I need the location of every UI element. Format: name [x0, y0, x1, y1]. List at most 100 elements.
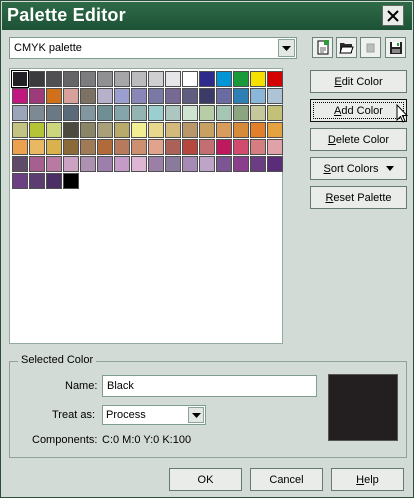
color-swatch[interactable] — [97, 88, 113, 104]
close-button[interactable] — [382, 5, 404, 26]
color-swatch[interactable] — [12, 156, 28, 172]
color-swatch[interactable] — [29, 88, 45, 104]
color-swatch[interactable] — [114, 71, 130, 87]
title-bar[interactable]: Palette Editor — [2, 2, 412, 30]
color-swatch[interactable] — [216, 105, 232, 121]
color-swatch[interactable] — [63, 71, 79, 87]
color-swatch[interactable] — [233, 139, 249, 155]
color-swatch[interactable] — [233, 156, 249, 172]
color-swatch[interactable] — [216, 71, 232, 87]
color-swatch[interactable] — [216, 122, 232, 138]
color-swatch[interactable] — [29, 139, 45, 155]
color-swatch[interactable] — [182, 122, 198, 138]
color-swatch[interactable] — [131, 156, 147, 172]
color-swatch[interactable] — [250, 71, 266, 87]
color-swatch[interactable] — [63, 173, 79, 189]
color-swatch[interactable] — [165, 71, 181, 87]
color-swatch[interactable] — [199, 105, 215, 121]
color-swatch[interactable] — [80, 156, 96, 172]
color-swatch[interactable] — [29, 156, 45, 172]
color-swatch[interactable] — [250, 105, 266, 121]
color-swatch[interactable] — [12, 122, 28, 138]
color-swatch[interactable] — [12, 139, 28, 155]
color-swatch[interactable] — [148, 139, 164, 155]
color-swatch[interactable] — [46, 88, 62, 104]
color-swatch[interactable] — [216, 139, 232, 155]
color-swatch[interactable] — [199, 156, 215, 172]
color-swatch[interactable] — [148, 156, 164, 172]
color-swatch[interactable] — [233, 105, 249, 121]
color-swatch[interactable] — [63, 139, 79, 155]
palette-select[interactable]: CMYK palette — [9, 37, 297, 59]
color-swatch[interactable] — [233, 71, 249, 87]
color-swatch[interactable] — [233, 88, 249, 104]
color-swatch[interactable] — [97, 105, 113, 121]
delete-color-button[interactable]: Delete Color — [310, 128, 407, 151]
color-swatch[interactable] — [250, 88, 266, 104]
color-swatch[interactable] — [165, 105, 181, 121]
color-swatch[interactable] — [46, 105, 62, 121]
color-swatch[interactable] — [182, 88, 198, 104]
color-swatch[interactable] — [267, 139, 283, 155]
color-swatch[interactable] — [131, 122, 147, 138]
color-swatch[interactable] — [148, 122, 164, 138]
edit-color-button[interactable]: Edit Color — [310, 70, 407, 93]
color-swatch[interactable] — [233, 122, 249, 138]
delete-palette-button[interactable] — [360, 37, 381, 58]
color-swatch[interactable] — [46, 139, 62, 155]
color-swatch[interactable] — [165, 88, 181, 104]
color-swatch[interactable] — [148, 105, 164, 121]
color-swatch[interactable] — [46, 173, 62, 189]
color-swatch[interactable] — [199, 88, 215, 104]
color-swatch[interactable] — [80, 71, 96, 87]
color-swatch[interactable] — [182, 156, 198, 172]
color-swatch[interactable] — [63, 105, 79, 121]
color-swatch[interactable] — [199, 122, 215, 138]
color-swatch[interactable] — [131, 105, 147, 121]
color-swatch[interactable] — [216, 156, 232, 172]
color-swatch[interactable] — [80, 88, 96, 104]
color-swatch[interactable] — [12, 105, 28, 121]
ok-button[interactable]: OK — [169, 468, 242, 491]
color-swatch[interactable] — [250, 156, 266, 172]
cancel-button[interactable]: Cancel — [250, 468, 323, 491]
color-swatch[interactable] — [267, 122, 283, 138]
color-swatch[interactable] — [199, 139, 215, 155]
open-palette-button[interactable] — [336, 37, 357, 58]
color-swatch[interactable] — [80, 122, 96, 138]
color-swatch[interactable] — [97, 122, 113, 138]
sort-colors-button[interactable]: Sort Colors — [310, 157, 407, 180]
color-swatch[interactable] — [97, 139, 113, 155]
color-swatch[interactable] — [46, 71, 62, 87]
add-color-button[interactable]: Add Color — [310, 99, 407, 122]
color-swatch[interactable] — [216, 88, 232, 104]
color-swatch[interactable] — [131, 71, 147, 87]
color-swatch[interactable] — [267, 71, 283, 87]
color-swatch[interactable] — [250, 122, 266, 138]
color-swatch[interactable] — [148, 88, 164, 104]
color-swatch[interactable] — [182, 105, 198, 121]
color-swatch[interactable] — [63, 122, 79, 138]
reset-palette-button[interactable]: Reset Palette — [310, 186, 407, 209]
color-swatch[interactable] — [29, 122, 45, 138]
color-swatch[interactable] — [114, 139, 130, 155]
color-swatch[interactable] — [12, 173, 28, 189]
color-swatch[interactable] — [267, 88, 283, 104]
color-swatch[interactable] — [114, 156, 130, 172]
color-swatch[interactable] — [182, 71, 198, 87]
color-swatch[interactable] — [46, 122, 62, 138]
color-swatch[interactable] — [199, 71, 215, 87]
color-swatch[interactable] — [29, 71, 45, 87]
color-swatch[interactable] — [12, 88, 28, 104]
color-swatch[interactable] — [63, 88, 79, 104]
color-swatch[interactable] — [29, 173, 45, 189]
treat-as-select[interactable]: Process — [102, 405, 206, 425]
color-swatch[interactable] — [148, 71, 164, 87]
color-swatch[interactable] — [114, 105, 130, 121]
color-swatch[interactable] — [80, 139, 96, 155]
color-name-input[interactable]: Black — [102, 375, 317, 397]
new-palette-button[interactable] — [312, 37, 333, 58]
color-swatch[interactable] — [250, 139, 266, 155]
treat-as-arrow[interactable] — [188, 407, 204, 423]
color-swatch[interactable] — [267, 156, 283, 172]
